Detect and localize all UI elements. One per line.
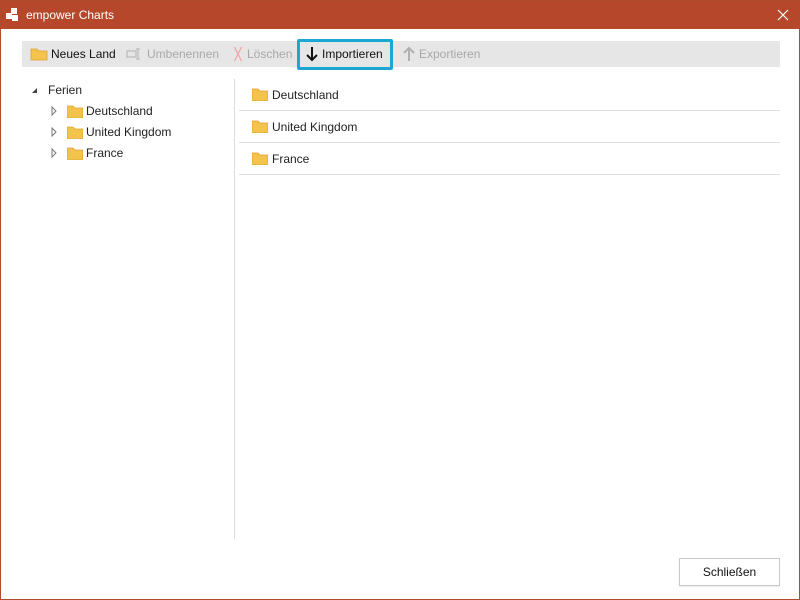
collapsed-arrow-icon[interactable] <box>49 127 59 137</box>
title-bar[interactable]: empower Charts <box>1 1 799 29</box>
tree-item-label: United Kingdom <box>86 125 172 139</box>
tree-root-label: Ferien <box>48 83 83 97</box>
country-tree: Ferien Deutschland United Kingdom France <box>22 79 234 539</box>
tree-item-label: Deutschland <box>86 104 153 118</box>
arrow-down-icon <box>306 47 318 62</box>
folder-icon <box>252 88 268 101</box>
folder-icon <box>67 105 83 118</box>
collapsed-arrow-icon[interactable] <box>49 148 59 158</box>
arrow-up-icon <box>403 46 415 61</box>
tree-item-deutschland[interactable]: Deutschland <box>49 102 153 120</box>
tree-item-france[interactable]: France <box>49 144 123 162</box>
new-country-button[interactable]: Neues Land <box>30 41 116 67</box>
folder-icon <box>252 152 268 165</box>
rename-button[interactable]: Umbenennen <box>126 41 219 67</box>
close-button[interactable]: Schließen <box>679 558 780 586</box>
empower-logo-icon <box>6 8 18 21</box>
tree-root-ferien[interactable]: Ferien <box>30 81 82 99</box>
delete-button[interactable]: Löschen <box>232 41 292 67</box>
panel-divider[interactable] <box>234 79 235 539</box>
folder-icon <box>252 120 268 133</box>
list-item-france[interactable]: France <box>239 143 780 175</box>
expanded-arrow-icon[interactable] <box>30 85 40 95</box>
rename-icon <box>126 48 140 60</box>
list-item-label: France <box>272 151 310 166</box>
toolbar: Neues Land Umbenennen Löschen Importiere… <box>22 41 780 67</box>
tree-item-united-kingdom[interactable]: United Kingdom <box>49 123 171 141</box>
folder-icon <box>67 147 83 160</box>
list-item-label: United Kingdom <box>272 119 358 134</box>
collapsed-arrow-icon[interactable] <box>49 106 59 116</box>
close-icon[interactable] <box>773 5 793 25</box>
delete-label: Löschen <box>247 47 293 61</box>
list-item-label: Deutschland <box>272 87 339 102</box>
tree-item-label: France <box>86 146 124 160</box>
folder-icon <box>67 126 83 139</box>
delete-x-icon <box>233 46 243 62</box>
folder-icon <box>30 48 48 61</box>
rename-label: Umbenennen <box>147 47 220 61</box>
import-label: Importieren <box>322 47 383 61</box>
list-item-united-kingdom[interactable]: United Kingdom <box>239 111 780 143</box>
dialog-window: empower Charts Neues Land Umbenennen Lös… <box>0 0 800 600</box>
export-button[interactable]: Exportieren <box>402 41 480 67</box>
export-label: Exportieren <box>419 47 481 61</box>
new-country-label: Neues Land <box>51 47 116 61</box>
list-item-deutschland[interactable]: Deutschland <box>239 79 780 111</box>
window-title: empower Charts <box>26 8 115 22</box>
import-button[interactable]: Importieren <box>305 41 383 67</box>
